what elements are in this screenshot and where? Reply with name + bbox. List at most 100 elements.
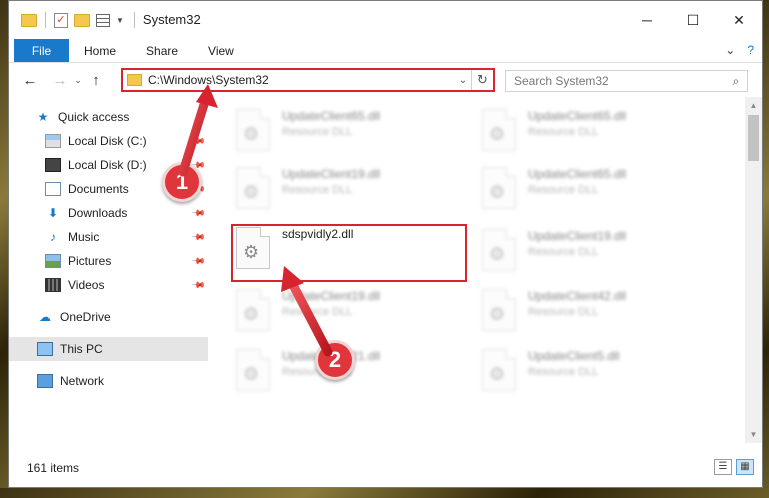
- sidebar-item-downloads[interactable]: ⬇ Downloads 📌: [9, 201, 208, 225]
- vertical-scrollbar[interactable]: ▲ ▼: [745, 97, 762, 443]
- document-icon: [45, 182, 61, 196]
- view-switcher: ☰ ▦: [714, 459, 754, 475]
- address-path[interactable]: C:\Windows\System32: [148, 73, 455, 87]
- dll-file-icon: ⚙: [236, 289, 270, 331]
- file-type: Resource DLL: [528, 246, 599, 258]
- download-icon: ⬇: [47, 206, 59, 220]
- sidebar-item-label: Quick access: [58, 110, 130, 124]
- desktop-background-left: [0, 0, 8, 498]
- sidebar-item-label: Documents: [68, 182, 129, 196]
- sidebar-item-this-pc[interactable]: This PC: [9, 337, 208, 361]
- file-type: Resource DLL: [282, 126, 353, 138]
- sidebar-item-music[interactable]: ♪ Music 📌: [9, 225, 208, 249]
- sidebar-item-videos[interactable]: Videos 📌: [9, 273, 208, 297]
- sidebar-item-label: Local Disk (C:): [68, 134, 147, 148]
- sidebar-item-network[interactable]: Network: [9, 369, 208, 393]
- maximize-button[interactable]: ☐: [670, 1, 716, 39]
- list-item[interactable]: ⚙ UpdateClient65.dll Resource DLL: [482, 163, 714, 219]
- scroll-up-icon[interactable]: ▲: [745, 97, 762, 114]
- dll-file-icon: ⚙: [236, 109, 270, 151]
- navigation-bar: ← → ⌄ ↑ C:\Windows\System32 ⌄ ↻ Search S…: [9, 63, 762, 97]
- file-name: UpdateClient42.dll: [528, 289, 627, 303]
- minimize-button[interactable]: ─: [624, 1, 670, 39]
- picture-icon: [45, 254, 61, 268]
- drive-icon: [45, 158, 61, 172]
- properties-check-icon[interactable]: ✓: [54, 12, 68, 28]
- sidebar-item-label: Downloads: [68, 206, 128, 220]
- network-icon: [37, 374, 53, 388]
- help-icon[interactable]: ?: [747, 43, 754, 57]
- file-name: UpdateClient65.dll: [528, 109, 627, 123]
- tab-share[interactable]: Share: [131, 39, 193, 62]
- ribbon-tabs: File Home Share View ⌄ ?: [9, 39, 762, 63]
- expand-ribbon-icon[interactable]: ⌄: [725, 43, 735, 57]
- scrollbar-thumb[interactable]: [748, 115, 759, 161]
- music-icon: ♪: [50, 230, 56, 244]
- list-item[interactable]: ⚙ UpdateClient65.dll Resource DLL: [236, 105, 468, 161]
- search-input[interactable]: Search System32: [506, 74, 725, 88]
- tab-file[interactable]: File: [14, 39, 69, 62]
- search-box[interactable]: Search System32 ⌕: [505, 70, 748, 92]
- window-title: System32: [133, 12, 201, 28]
- file-name: UpdateClient65.dll: [528, 167, 627, 181]
- customize-toolbar-dropdown-icon[interactable]: ▼: [116, 16, 124, 25]
- properties-icon[interactable]: [96, 13, 110, 27]
- dll-file-icon: ⚙: [482, 349, 516, 391]
- list-item[interactable]: ⚙ UpdateClient19.dll Resource DLL: [236, 163, 468, 219]
- sidebar-item-label: Network: [60, 374, 105, 388]
- forward-button[interactable]: →: [49, 72, 71, 89]
- tab-home[interactable]: Home: [69, 39, 131, 62]
- file-type: Resource DLL: [528, 306, 599, 318]
- search-icon[interactable]: ⌕: [725, 74, 747, 89]
- file-type: Resource DLL: [528, 366, 599, 378]
- item-count: 161 items: [27, 461, 80, 475]
- list-item[interactable]: ⚙ UpdateClient5.dll Resource DLL: [482, 345, 714, 401]
- window-controls: ─ ☐ ✕: [624, 1, 762, 39]
- list-item[interactable]: ⚙ UpdateClient42.dll Resource DLL: [482, 285, 714, 341]
- toolbar-separator: [45, 12, 46, 28]
- file-highlight-box: [231, 224, 467, 282]
- sidebar-item-label: Pictures: [68, 254, 112, 268]
- dll-file-icon: ⚙: [482, 109, 516, 151]
- address-bar[interactable]: C:\Windows\System32 ⌄ ↻: [121, 68, 495, 92]
- pin-icon: 📌: [191, 205, 207, 221]
- list-item[interactable]: ⚙ UpdateClient19.dll Resource DLL: [482, 225, 714, 281]
- dll-file-icon: ⚙: [482, 167, 516, 209]
- sidebar-item-label: Music: [68, 230, 100, 244]
- dll-file-icon: ⚙: [482, 229, 516, 271]
- tab-view[interactable]: View: [193, 39, 249, 62]
- file-name: UpdateClient19.dll: [282, 167, 381, 181]
- sidebar-item-quick-access[interactable]: ★ Quick access: [9, 105, 208, 129]
- video-icon: [45, 278, 61, 292]
- ribbon-extra: ⌄ ?: [725, 43, 754, 57]
- sidebar-item-pictures[interactable]: Pictures 📌: [9, 249, 208, 273]
- explorer-window: ✓ ▼ System32 ─ ☐ ✕ File Home Share View …: [8, 0, 763, 488]
- new-folder-icon[interactable]: [74, 13, 90, 27]
- file-name: UpdateClient19.dll: [528, 229, 627, 243]
- pin-icon: 📌: [191, 277, 207, 293]
- sidebar-item-onedrive[interactable]: ☁ OneDrive: [9, 305, 208, 329]
- list-item[interactable]: ⚙ UpdateClient65.dll Resource DLL: [482, 105, 714, 161]
- sidebar-item-label: OneDrive: [60, 310, 111, 324]
- status-bar: 161 items ☰ ▦: [9, 441, 762, 487]
- close-button[interactable]: ✕: [716, 1, 762, 39]
- computer-icon: [37, 342, 53, 356]
- details-view-button[interactable]: ☰: [714, 459, 732, 475]
- up-button[interactable]: ↑: [85, 72, 107, 89]
- file-type: Resource DLL: [282, 184, 353, 196]
- drive-icon: [45, 134, 61, 148]
- file-type: Resource DLL: [528, 184, 599, 196]
- back-button[interactable]: ←: [19, 72, 41, 89]
- large-icons-view-button[interactable]: ▦: [736, 459, 754, 475]
- refresh-button[interactable]: ↻: [471, 70, 493, 90]
- star-icon: ★: [37, 110, 49, 124]
- folder-icon[interactable]: [21, 13, 37, 27]
- address-dropdown-button[interactable]: ⌄: [455, 75, 471, 86]
- cloud-icon: ☁: [39, 310, 51, 324]
- pin-icon: 📌: [191, 229, 207, 245]
- file-name: UpdateClient19.dll: [282, 289, 381, 303]
- recent-locations-button[interactable]: ⌄: [71, 75, 85, 86]
- list-item[interactable]: ⚙ UpdateClient19.dll Resource DLL: [236, 285, 468, 341]
- dll-file-icon: ⚙: [236, 349, 270, 391]
- sidebar-item-local-disk-c[interactable]: Local Disk (C:) 📌: [9, 129, 208, 153]
